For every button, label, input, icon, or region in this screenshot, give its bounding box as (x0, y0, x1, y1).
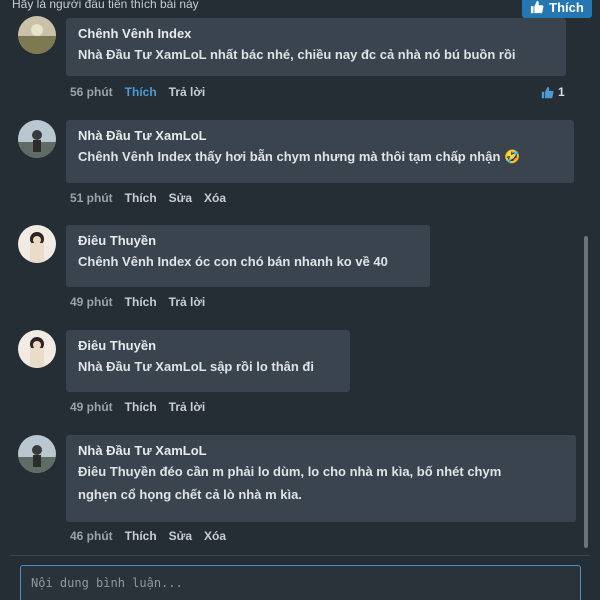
comment-text: Điêu Thuyền đéo cần m phải lo dùm, lo ch… (78, 464, 502, 479)
comment-time[interactable]: 49 phút (70, 400, 113, 414)
comment-bubble: Chênh Vênh Index Nhà Đầu Tư XamLoL nhất … (66, 18, 566, 76)
like-link[interactable]: Thích (125, 191, 157, 205)
delete-link[interactable]: Xóa (204, 529, 226, 543)
comment-text: Nhà Đầu Tư XamLoL nhất bác nhé, chiều na… (78, 47, 516, 62)
reaction-count: 1 (558, 85, 565, 99)
like-link[interactable]: Thích (125, 400, 157, 414)
comment-meta: 46 phút Thích Sửa Xóa (70, 529, 226, 543)
edit-link[interactable]: Sửa (169, 529, 192, 543)
comment-meta: 56 phút Thích Trả lời (70, 85, 205, 99)
reply-link[interactable]: Trả lời (169, 295, 206, 309)
reaction-summary[interactable]: 1 (541, 85, 565, 99)
comment-input[interactable] (20, 565, 581, 600)
like-link[interactable]: Thích (125, 85, 157, 99)
comment-text: Chênh Vênh Index thấy hơi bẵn chym nhưng… (78, 149, 521, 164)
like-post-button[interactable]: Thích (522, 0, 592, 18)
edit-link[interactable]: Sửa (169, 191, 192, 205)
comment-bubble: Nhà Đầu Tư XamLoL Điêu Thuyền đéo cần m … (66, 435, 576, 522)
comment-time[interactable]: 46 phút (70, 529, 113, 543)
comment-text: Nhà Đầu Tư XamLoL sập rồi lo thân đi (78, 359, 314, 374)
comment-meta: 51 phút Thích Sửa Xóa (70, 191, 226, 205)
avatar[interactable] (18, 120, 56, 158)
comment-time[interactable]: 51 phút (70, 191, 113, 205)
like-link[interactable]: Thích (125, 529, 157, 543)
thumbs-up-icon (541, 86, 554, 98)
avatar[interactable] (18, 225, 56, 263)
comment-time[interactable]: 56 phút (70, 85, 113, 99)
thumbs-up-icon (531, 0, 544, 14)
comment-text: nghẹn cổ họng chết cả lò nhà m kìa. (78, 487, 302, 502)
comment-author[interactable]: Điêu Thuyền (78, 336, 338, 355)
like-prompt-text: Hãy là người đầu tiên thích bài này (12, 0, 199, 11)
comment-author[interactable]: Chênh Vênh Index (78, 24, 554, 43)
delete-link[interactable]: Xóa (204, 191, 226, 205)
avatar[interactable] (18, 330, 56, 368)
reply-link[interactable]: Trả lời (169, 85, 206, 99)
like-link[interactable]: Thích (125, 295, 157, 309)
comment-text: Chênh Vênh Index óc con chó bán nhanh ko… (78, 254, 388, 269)
comment-author[interactable]: Nhà Đầu Tư XamLoL (78, 126, 562, 145)
comment-time[interactable]: 49 phút (70, 295, 113, 309)
scrollbar[interactable] (584, 236, 588, 548)
comment-bubble: Điêu Thuyền Chênh Vênh Index óc con chó … (66, 225, 430, 287)
reply-link[interactable]: Trả lời (169, 400, 206, 414)
avatar[interactable] (18, 16, 56, 54)
like-post-label: Thích (549, 0, 584, 15)
divider (10, 555, 590, 556)
comment-meta: 49 phút Thích Trả lời (70, 400, 205, 414)
comment-author[interactable]: Nhà Đầu Tư XamLoL (78, 441, 564, 460)
avatar[interactable] (18, 435, 56, 473)
comment-bubble: Nhà Đầu Tư XamLoL Chênh Vênh Index thấy … (66, 120, 574, 183)
post-like-bar: Hãy là người đầu tiên thích bài này Thíc… (0, 0, 600, 18)
comment-meta: 49 phút Thích Trả lời (70, 295, 205, 309)
comment-author[interactable]: Điêu Thuyền (78, 231, 418, 250)
comment-bubble: Điêu Thuyền Nhà Đầu Tư XamLoL sập rồi lo… (66, 330, 350, 392)
